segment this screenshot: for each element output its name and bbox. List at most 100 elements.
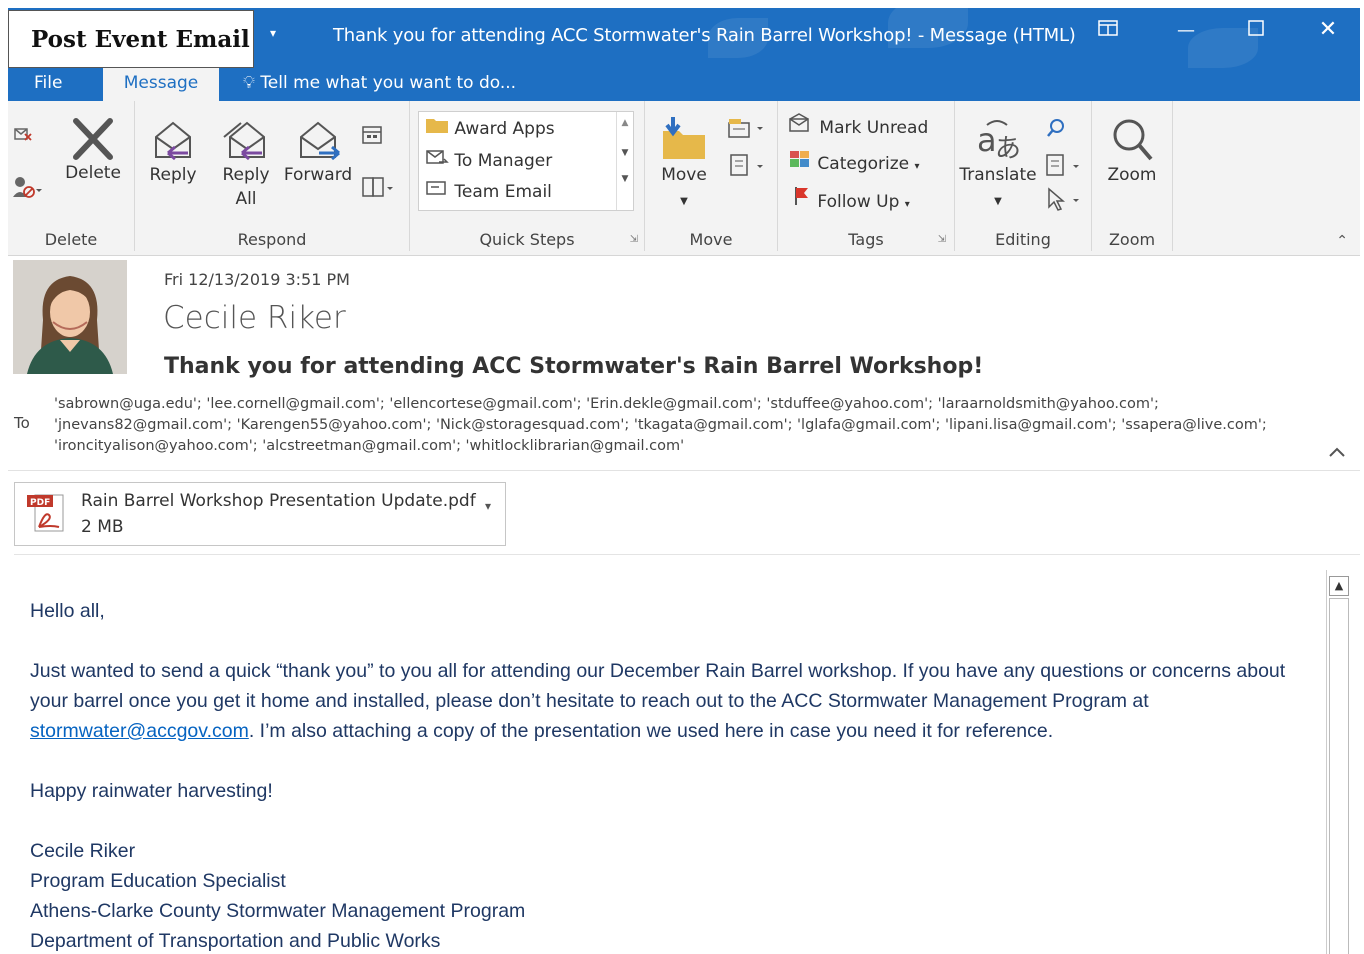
ribbon-tabs: File Message 💡︎ Tell me what you want to… [8, 68, 1360, 101]
related-icon[interactable] [1045, 153, 1085, 181]
follow-up-button[interactable]: Follow Up ▾ [792, 185, 910, 212]
select-cursor-icon[interactable] [1045, 187, 1085, 215]
editing-group: aあ Translate ▼ Editing [955, 101, 1092, 251]
delete-label: Delete [65, 163, 121, 183]
sender-avatar [13, 260, 127, 374]
tell-me-text: Tell me what you want to do... [260, 73, 517, 93]
categorize-label: Categorize [817, 154, 910, 174]
body-text: Just wanted to send a quick “thank you” … [30, 660, 1286, 712]
quick-steps-gallery: Award Apps To Manager Team Email ▲ ▼ ▼ [418, 111, 634, 211]
recipients-line: 'ironcityalison@yahoo.com'; 'alcstreetma… [54, 438, 685, 454]
move-button[interactable]: Move ▼ [653, 115, 715, 214]
ribbon: Delete Delete Reply Reply All Forward Re… [8, 101, 1360, 256]
email-link[interactable]: stormwater@accgov.com [30, 720, 249, 742]
to-label: To [14, 414, 30, 432]
delete-x-icon [73, 118, 113, 160]
restore-ribbon-icon[interactable] [1088, 20, 1128, 41]
message-header: Fri 12/13/2019 3:51 PM Cecile Riker Than… [8, 256, 1360, 471]
folder-icon [425, 119, 449, 139]
respond-group: Reply Reply All Forward Respond [135, 101, 410, 251]
svg-text:あ: あ [995, 134, 1021, 163]
quick-steps-group: Award Apps To Manager Team Email ▲ ▼ ▼ ⇲… [410, 101, 645, 251]
signature-org: Athens-Clarke County Stormwater Manageme… [30, 900, 526, 922]
close-icon[interactable]: ✕ [1308, 17, 1348, 42]
sender-name[interactable]: Cecile Riker [163, 300, 346, 336]
editing-group-label: Editing [995, 230, 1051, 249]
scroll-thumb[interactable] [1329, 598, 1349, 954]
reply-button[interactable]: Reply [143, 115, 203, 187]
pdf-icon: PDF [25, 491, 69, 541]
scroll-up-icon[interactable]: ▲ [1329, 576, 1349, 596]
greeting: Hello all, [30, 600, 105, 622]
tags-group-label: Tags [848, 230, 884, 249]
reply-label: Reply [149, 165, 197, 185]
delete-group: Delete Delete [8, 101, 135, 251]
zoom-button[interactable]: Zoom [1098, 115, 1166, 187]
move-folder-icon [663, 117, 705, 159]
quick-steps-scroll[interactable]: ▲ ▼ ▼ [616, 112, 633, 210]
maximize-icon[interactable] [1236, 20, 1276, 41]
quick-steps-group-label: Quick Steps [479, 230, 575, 249]
actions-icon[interactable] [725, 153, 769, 181]
mark-unread-label: Mark Unread [819, 118, 929, 138]
translate-button[interactable]: aあ Translate ▼ [959, 115, 1037, 214]
delete-group-label: Delete [44, 230, 98, 249]
signature-title: Program Education Specialist [30, 870, 286, 892]
delete-button[interactable]: Delete [62, 117, 124, 185]
forward-mail-icon [425, 150, 449, 171]
translate-label: Translate [959, 165, 1037, 185]
quick-step-team-email[interactable]: Team Email [425, 179, 552, 202]
recipients-line: 'jnevans82@gmail.com'; 'Karengen55@yahoo… [54, 417, 1267, 433]
move-group-label: Move [689, 230, 733, 249]
zoom-group: Zoom Zoom [1092, 101, 1173, 251]
recipients-list[interactable]: 'sabrown@uga.edu'; 'lee.cornell@gmail.co… [54, 394, 1314, 457]
tags-group: Mark Unread Categorize ▾ Follow Up ▾ ⇲ T… [778, 101, 955, 251]
forward-button[interactable]: Forward [283, 115, 353, 187]
zoom-group-label: Zoom [1108, 230, 1156, 249]
forward-icon [300, 121, 340, 161]
translate-icon: aあ [977, 120, 1021, 163]
move-group: Move ▼ Move [645, 101, 778, 251]
team-email-icon [425, 181, 449, 202]
reply-icon [155, 121, 191, 161]
collapse-header-icon[interactable] [1328, 442, 1346, 463]
rules-icon[interactable] [725, 115, 769, 143]
ignore-icon[interactable] [12, 121, 34, 147]
more-respond-icon[interactable] [361, 175, 395, 203]
message-body: Hello all, Just wanted to send a quick “… [30, 596, 1310, 954]
move-label: Move [661, 165, 707, 185]
quick-step-award-apps[interactable]: Award Apps [425, 116, 555, 139]
categorize-button[interactable]: Categorize ▾ [788, 149, 920, 174]
tab-file[interactable]: File [16, 68, 80, 101]
follow-up-label: Follow Up [817, 192, 900, 212]
message-subject: Thank you for attending ACC Stormwater's… [164, 354, 984, 379]
tab-message[interactable]: Message [103, 68, 219, 101]
mark-unread-button[interactable]: Mark Unread [788, 113, 928, 138]
quick-step-label: To Manager [454, 151, 553, 171]
reply-all-button[interactable]: Reply All [215, 115, 277, 211]
junk-icon[interactable] [12, 175, 42, 203]
minimize-icon[interactable]: — [1166, 20, 1206, 41]
find-icon[interactable] [1045, 117, 1067, 143]
quick-access-dropdown-icon[interactable]: ▾ [270, 26, 276, 40]
attachment-size: 2 MB [81, 517, 124, 537]
collapse-ribbon-icon[interactable]: ⌃ [1336, 233, 1348, 249]
attachment-dropdown-icon[interactable]: ▾ [485, 499, 491, 513]
svg-text:a: a [977, 121, 997, 159]
body-scrollbar[interactable]: ▲ [1326, 570, 1349, 954]
zoom-magnifier-icon [1113, 119, 1153, 161]
quick-step-to-manager[interactable]: To Manager [425, 148, 552, 171]
signature-dept: Department of Transportation and Public … [30, 930, 441, 952]
move-dropdown-icon: ▼ [680, 196, 688, 207]
tell-me-box[interactable]: 💡︎ Tell me what you want to do... [243, 68, 516, 101]
divider [14, 554, 1360, 555]
body-paragraph: Just wanted to send a quick “thank you” … [30, 656, 1310, 746]
follow-up-dropdown-icon: ▾ [904, 199, 910, 210]
caption-label: Post Event Email [8, 10, 254, 68]
meeting-reply-icon[interactable] [361, 125, 385, 151]
categorize-icon [788, 151, 812, 174]
signature-name: Cecile Riker [30, 840, 136, 862]
attachment-card[interactable]: PDF Rain Barrel Workshop Presentation Up… [14, 482, 506, 546]
zoom-label: Zoom [1107, 165, 1157, 185]
flag-icon [792, 187, 812, 212]
